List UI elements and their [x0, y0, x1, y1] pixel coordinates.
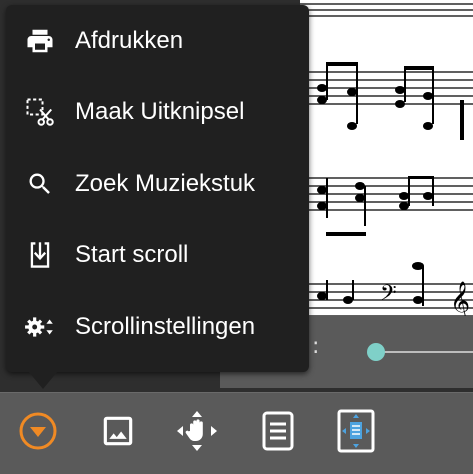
menu-item-label: Start scroll — [75, 241, 189, 268]
scroll-speed-label: : — [312, 334, 320, 359]
settings-sort-icon — [24, 311, 56, 343]
fit-page-icon — [336, 409, 376, 457]
menu-item-start-scroll[interactable]: Start scroll — [6, 225, 309, 285]
scroll-speed-slider-thumb[interactable] — [366, 343, 385, 361]
image-icon — [99, 412, 137, 454]
bottom-toolbar — [0, 392, 473, 474]
svg-text:𝄞: 𝄞 — [450, 281, 470, 320]
menu-item-snippet[interactable]: Maak Uitknipsel — [6, 82, 309, 142]
image-button[interactable] — [98, 413, 138, 453]
menu-pointer-arrow — [28, 371, 58, 389]
page-icon — [261, 411, 295, 455]
menu-item-label: Scrollinstellingen — [75, 313, 256, 340]
menu-item-label: Afdrukken — [75, 27, 184, 54]
svg-text:𝄢: 𝄢 — [380, 281, 397, 311]
page-view-button[interactable] — [258, 411, 298, 455]
sheet-music-view[interactable]: 𝄢 𝄞 — [300, 0, 473, 320]
menu-item-print[interactable]: Afdrukken — [6, 11, 309, 71]
fit-page-button[interactable] — [336, 409, 376, 453]
overflow-menu: Afdrukken Maak Uitknipsel Zoek Muziekstu… — [6, 5, 309, 372]
menu-item-label: Zoek Muziekstuk — [75, 170, 256, 197]
scroll-down-icon — [24, 239, 56, 271]
scroll-speed-slider-track[interactable] — [370, 351, 473, 353]
print-icon — [24, 25, 56, 57]
menu-item-scroll-settings[interactable]: Scrollinstellingen — [6, 297, 309, 357]
pan-hand-icon — [175, 409, 219, 457]
pan-button[interactable] — [177, 411, 217, 453]
menu-item-label: Maak Uitknipsel — [75, 98, 245, 125]
sheet-music-image: 𝄢 𝄞 — [300, 3, 473, 320]
scissors-crop-icon — [24, 96, 56, 128]
menu-item-search-piece[interactable]: Zoek Muziekstuk — [6, 154, 309, 214]
search-icon — [24, 168, 56, 200]
menu-toggle-icon — [18, 411, 58, 455]
menu-toggle-button[interactable] — [18, 411, 58, 455]
